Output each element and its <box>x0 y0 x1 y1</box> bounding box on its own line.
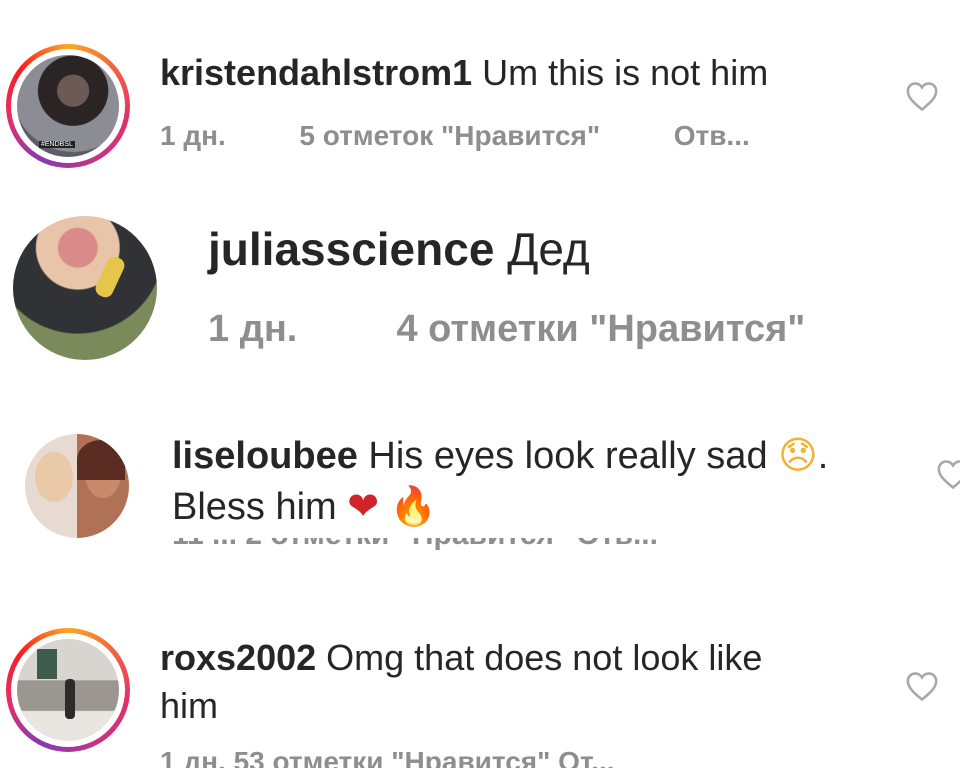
comment-body: roxs2002 Omg that does not look like him <box>160 634 900 730</box>
avatar-story-ring[interactable] <box>6 628 130 752</box>
username[interactable]: kristendahlstrom1 <box>160 52 472 93</box>
comment-text: Дед <box>507 223 590 275</box>
avatar[interactable] <box>25 434 129 538</box>
comment-body: liseloubee His eyes look really sad 😞. B… <box>172 430 912 532</box>
username[interactable]: roxs2002 <box>160 637 316 678</box>
heart-outline-icon[interactable] <box>905 670 939 702</box>
comment-text-end: . <box>817 435 829 477</box>
fire-emoji: 🔥 <box>389 484 438 528</box>
comment-liseloubee: liseloubee His eyes look really sad 😞. B… <box>0 420 960 570</box>
avatar <box>17 639 119 741</box>
heart-outline-icon[interactable] <box>936 458 960 490</box>
heart-outline-icon[interactable] <box>905 80 939 112</box>
comment-time: 1 дн. <box>160 120 226 151</box>
comment-body: juliasscience Дед <box>208 222 590 276</box>
avatar-badge: #ENDBSL <box>39 141 75 148</box>
username[interactable]: juliasscience <box>208 223 494 275</box>
comment-text: Omg that does not look like <box>326 637 763 678</box>
comment-meta-cut: 1 дн. 53 отметки "Нравится" От... <box>160 748 615 768</box>
comment-meta-cut: 11 ... 2 отметки "Нравится" Отв... <box>172 538 658 551</box>
comment-juliasscience: juliasscience Дед 1 дн. 4 отметки "Нрави… <box>0 200 960 400</box>
comment-roxs2002: roxs2002 Omg that does not look like him… <box>0 620 960 768</box>
sad-face-emoji: 😞 <box>778 433 818 477</box>
comment-body: kristendahlstrom1 Um this is not him <box>160 52 768 94</box>
username[interactable]: liseloubee <box>172 435 358 477</box>
heart-emoji: ❤ <box>347 484 380 528</box>
comment-meta: 1 дн. 4 отметки "Нравится" <box>208 308 805 351</box>
likes-count[interactable]: 4 отметки "Нравится" <box>396 308 805 350</box>
avatar-story-ring[interactable]: #ENDBSL <box>6 44 130 168</box>
comment-kristendahlstrom1: #ENDBSL kristendahlstrom1 Um this is not… <box>0 0 960 190</box>
comment-text: Um this is not him <box>482 52 769 93</box>
comment-text: His eyes look really sad <box>368 435 768 477</box>
comment-meta: 1 дн. 53 отметки "Нравится" От... <box>160 748 615 768</box>
likes-count[interactable]: 5 отметок "Нравится" <box>299 120 600 151</box>
comment-meta: 1 дн. 5 отметок "Нравится" Отв... <box>160 120 750 152</box>
comment-time: 1 дн. <box>208 308 298 350</box>
comment-text-line2: him <box>160 685 219 726</box>
comment-text-line2: Bless him <box>172 486 337 528</box>
avatar: #ENDBSL <box>17 55 119 157</box>
avatar[interactable] <box>13 216 157 360</box>
comment-meta: 11 ... 2 отметки "Нравится" Отв... <box>172 538 658 554</box>
reply-button[interactable]: Отв... <box>674 120 750 151</box>
